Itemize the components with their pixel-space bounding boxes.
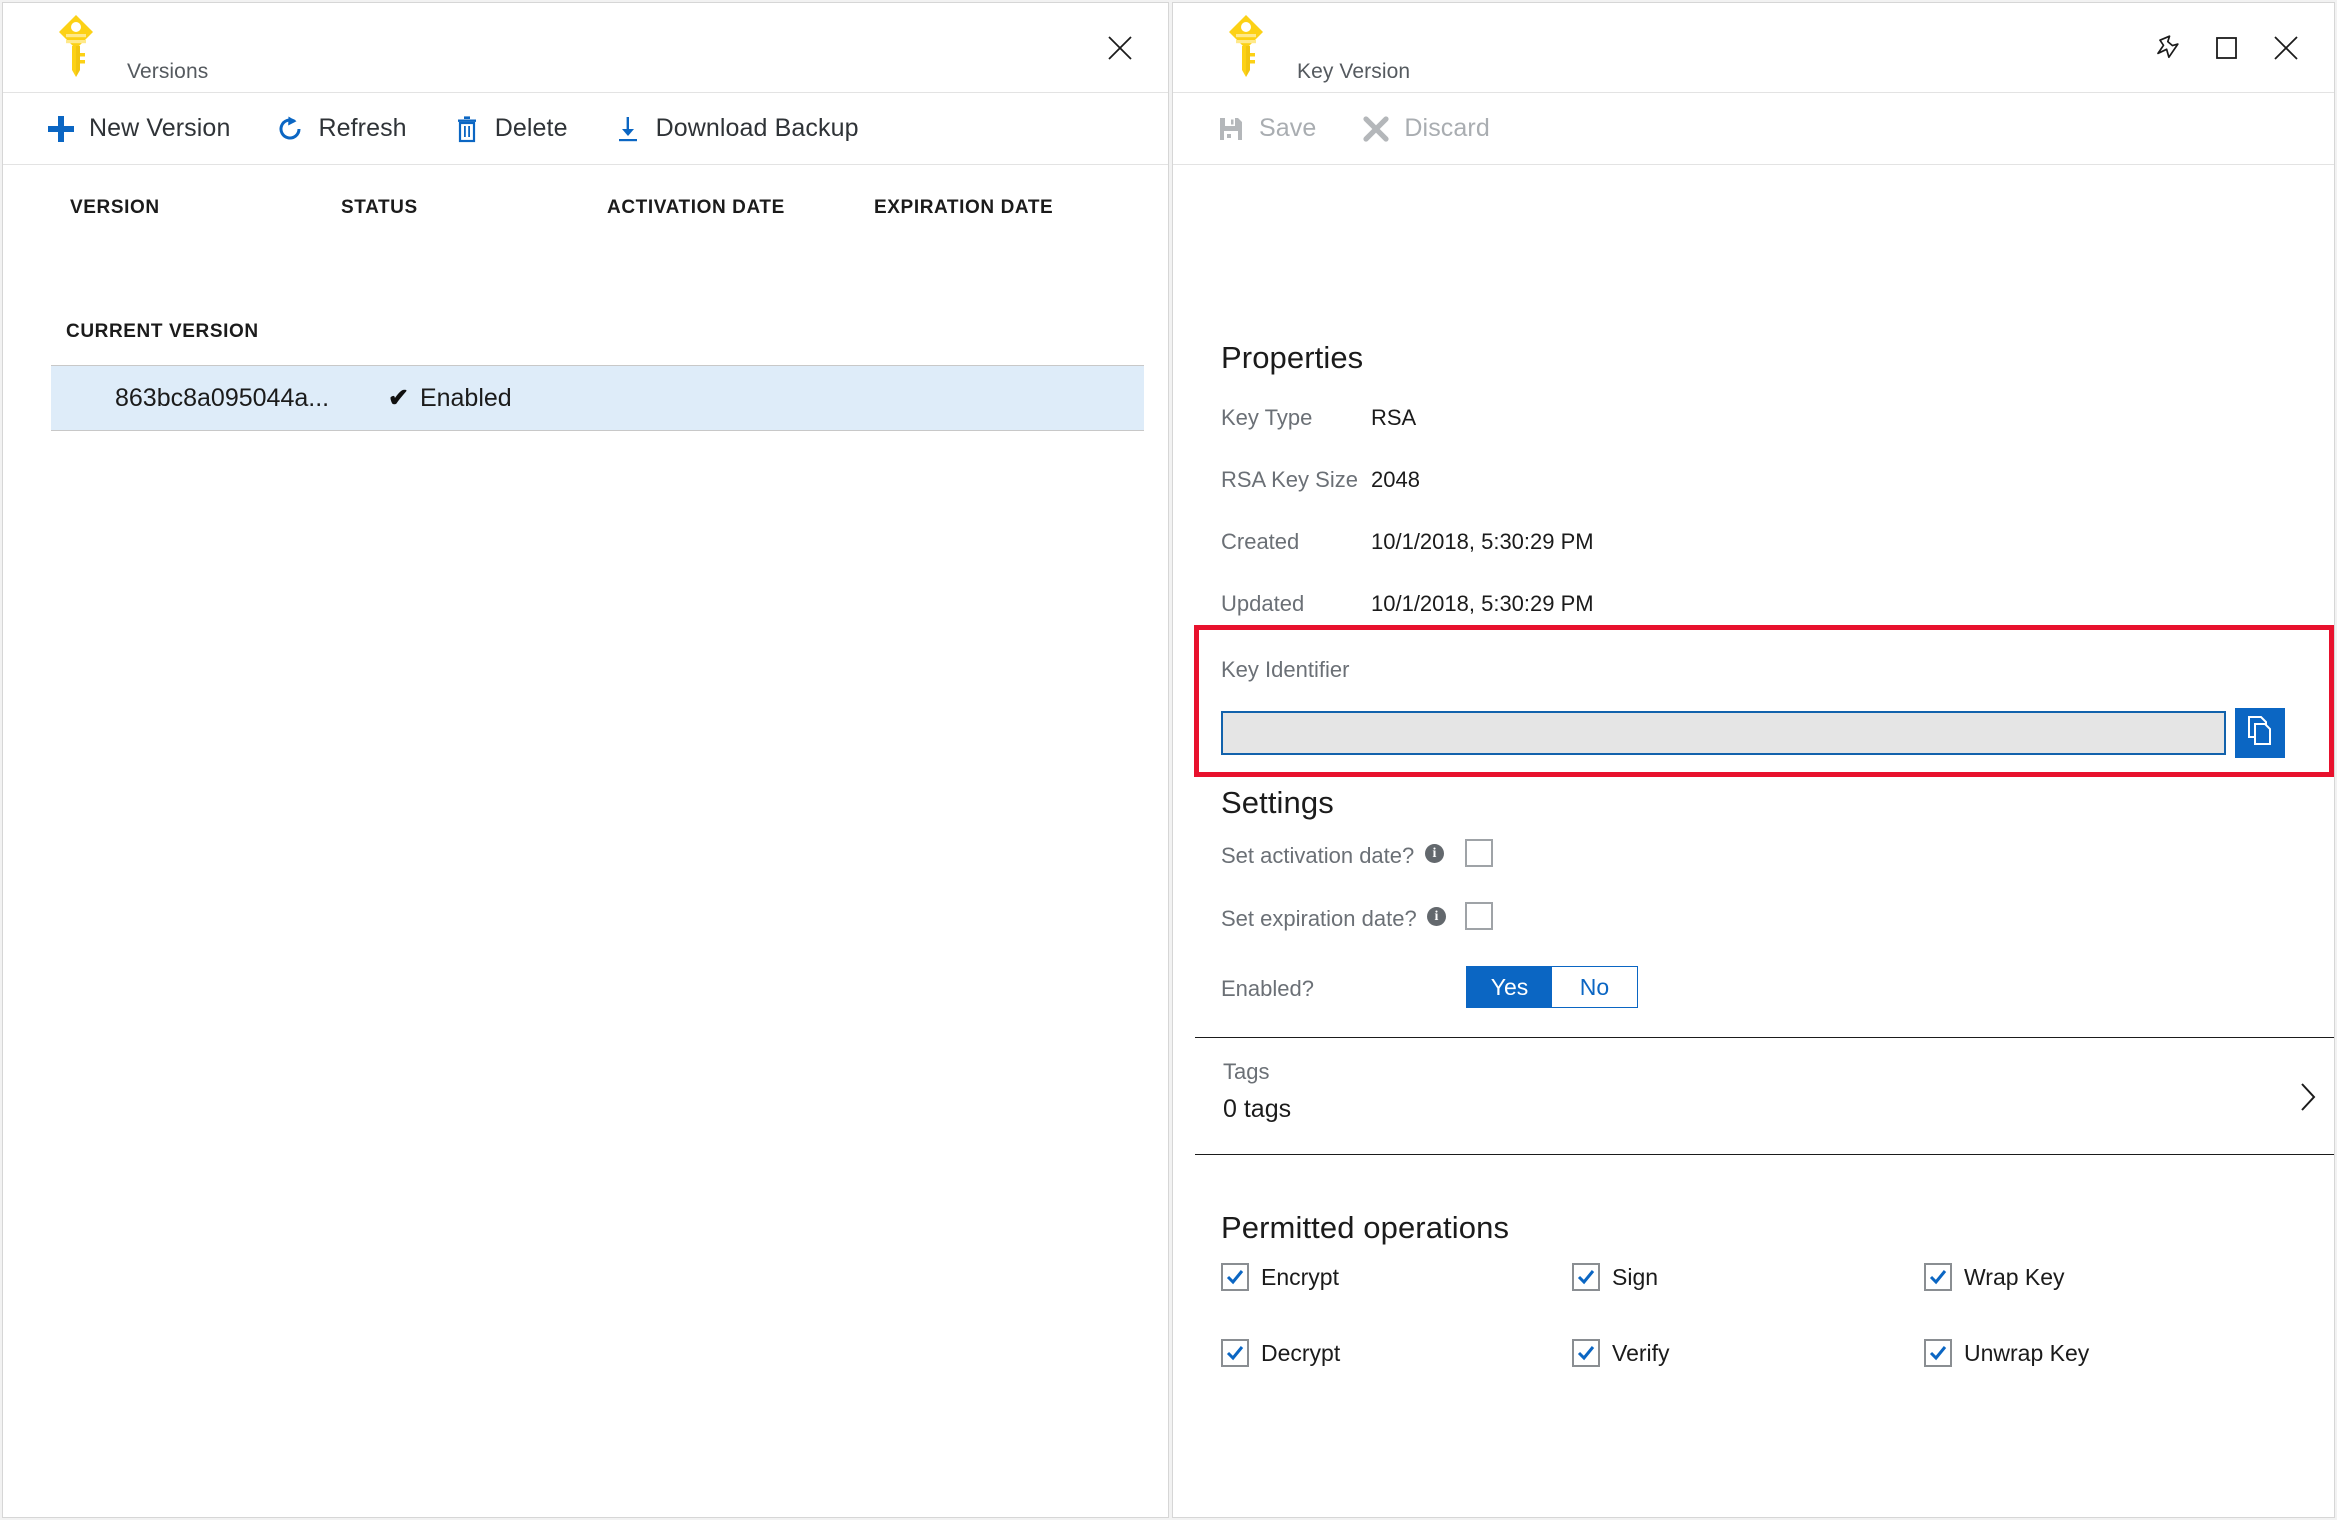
trash-icon (447, 109, 487, 149)
pin-icon (2151, 33, 2181, 63)
permitted-operation-label: Sign (1612, 1263, 1659, 1290)
updated-label: Updated (1221, 591, 1305, 616)
set-activation-date-checkbox[interactable] (1465, 839, 1493, 867)
key-icon (55, 13, 97, 83)
save-button[interactable]: Save (1211, 103, 1332, 155)
key-version-blade: Key Version Save Discard Properties Key … (1172, 2, 2335, 1518)
rsa-key-size-value: 2048 (1371, 467, 1420, 492)
set-activation-date-label: Set activation date? (1221, 843, 1415, 868)
column-header-version[interactable]: VERSION (70, 197, 160, 219)
info-icon[interactable]: i (1425, 844, 1444, 863)
close-icon (1106, 34, 1134, 62)
key-type-label: Key Type (1221, 405, 1313, 430)
permitted-operation-verify[interactable]: Verify (1572, 1339, 1670, 1367)
chevron-right-icon (2296, 1081, 2320, 1113)
table-row[interactable]: 863bc8a095044a... ✔ Enabled (51, 365, 1144, 431)
permitted-operation-wrap-key[interactable]: Wrap Key (1924, 1263, 2065, 1291)
pin-button[interactable] (2136, 18, 2196, 78)
new-version-button[interactable]: New Version (41, 103, 246, 155)
permitted-operations-heading: Permitted operations (1221, 1210, 1510, 1245)
set-expiration-date-checkbox[interactable] (1465, 902, 1493, 930)
column-header-activation-date[interactable]: ACTIVATION DATE (607, 197, 785, 219)
permitted-operation-label: Unwrap Key (1964, 1339, 2090, 1366)
checkbox-checked-icon (1221, 1263, 1249, 1291)
info-icon[interactable]: i (1427, 907, 1446, 926)
permitted-operation-label: Decrypt (1261, 1339, 1341, 1366)
enabled-toggle[interactable]: Yes No (1466, 966, 1638, 1008)
permitted-operation-sign[interactable]: Sign (1572, 1263, 1658, 1291)
download-backup-label: Download Backup (655, 114, 859, 142)
checkmark-icon: ✔ (388, 383, 409, 412)
page-title: Key Version (1297, 60, 1411, 83)
checkbox-checked-icon (1924, 1339, 1952, 1367)
permitted-operation-decrypt[interactable]: Decrypt (1221, 1339, 1340, 1367)
tags-row[interactable]: Tags 0 tags (1195, 1037, 2334, 1155)
column-header-status[interactable]: STATUS (341, 197, 418, 219)
left-window-buttons (1090, 3, 1168, 93)
key-version-blade-header: Key Version (1173, 3, 2334, 93)
tags-label: Tags (1223, 1059, 1270, 1084)
settings-heading: Settings (1221, 785, 1334, 820)
enabled-yes-option[interactable]: Yes (1467, 967, 1552, 1007)
current-version-group-label: CURRENT VERSION (66, 321, 259, 342)
plus-icon (41, 109, 81, 149)
save-icon (1211, 109, 1251, 149)
tags-divider-bottom (1195, 1154, 2334, 1155)
key-version-command-bar: Save Discard (1173, 93, 2334, 165)
checkbox-checked-icon (1221, 1339, 1249, 1367)
checkbox-checked-icon (1924, 1263, 1952, 1291)
created-label: Created (1221, 529, 1300, 554)
app-root: Versions New Version Refresh Delete Down… (0, 0, 2337, 1520)
permitted-operation-label: Wrap Key (1964, 1263, 2065, 1290)
discard-button[interactable]: Discard (1356, 103, 1505, 155)
versions-blade-header: Versions (3, 3, 1168, 93)
close-button[interactable] (1090, 18, 1150, 78)
permitted-operation-label: Encrypt (1261, 1263, 1339, 1290)
new-version-label: New Version (89, 114, 231, 142)
maximize-button[interactable] (2196, 18, 2256, 78)
close-icon (2272, 34, 2300, 62)
enabled-no-option[interactable]: No (1552, 967, 1637, 1007)
created-value: 10/1/2018, 5:30:29 PM (1371, 529, 1594, 554)
save-label: Save (1259, 114, 1317, 142)
permitted-operation-label: Verify (1612, 1339, 1670, 1366)
permitted-operation-encrypt[interactable]: Encrypt (1221, 1263, 1339, 1291)
properties-heading: Properties (1221, 340, 1364, 375)
maximize-icon (2211, 33, 2241, 63)
download-backup-button[interactable]: Download Backup (608, 103, 875, 155)
permitted-operation-unwrap-key[interactable]: Unwrap Key (1924, 1339, 2089, 1367)
row-status-cell: ✔ Enabled (388, 384, 512, 413)
set-expiration-date-label: Set expiration date? (1221, 906, 1417, 931)
copy-key-identifier-button[interactable] (2235, 708, 2285, 758)
key-identifier-input[interactable] (1221, 711, 2226, 755)
row-version-value: 863bc8a095044a... (115, 383, 330, 412)
checkbox-checked-icon (1572, 1339, 1600, 1367)
delete-label: Delete (494, 114, 568, 142)
delete-button[interactable]: Delete (447, 103, 584, 155)
copy-icon (2245, 715, 2275, 752)
discard-label: Discard (1404, 114, 1490, 142)
versions-table-header: VERSION STATUS ACTIVATION DATE EXPIRATIO… (3, 165, 1168, 241)
download-icon (608, 109, 648, 149)
key-icon (1225, 13, 1267, 83)
row-status-value: Enabled (419, 383, 512, 412)
close-button[interactable] (2256, 18, 2316, 78)
versions-blade: Versions New Version Refresh Delete Down… (2, 2, 1169, 1518)
right-window-buttons (2136, 3, 2334, 93)
versions-command-bar: New Version Refresh Delete Download Back… (3, 93, 1168, 165)
page-title: Versions (127, 60, 209, 83)
refresh-icon (270, 109, 310, 149)
rsa-key-size-label: RSA Key Size (1221, 467, 1358, 492)
tags-value: 0 tags (1223, 1095, 1292, 1123)
updated-value: 10/1/2018, 5:30:29 PM (1371, 591, 1594, 616)
key-type-value: RSA (1371, 405, 1417, 430)
refresh-button[interactable]: Refresh (270, 103, 422, 155)
column-header-expiration-date[interactable]: EXPIRATION DATE (874, 197, 1053, 219)
checkbox-checked-icon (1572, 1263, 1600, 1291)
refresh-label: Refresh (318, 114, 407, 142)
discard-icon (1356, 109, 1396, 149)
key-identifier-label: Key Identifier (1221, 657, 1350, 682)
enabled-label: Enabled? (1221, 976, 1314, 1001)
